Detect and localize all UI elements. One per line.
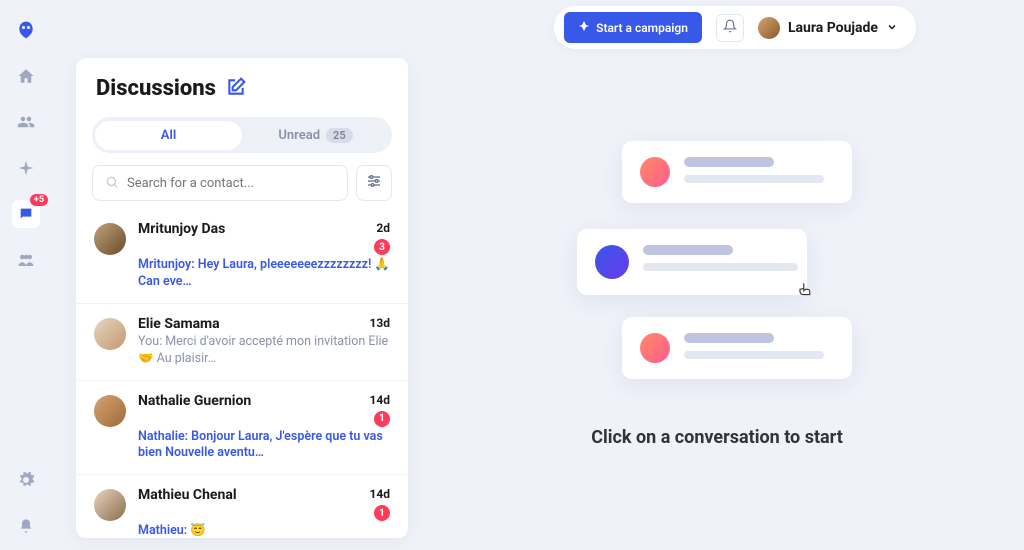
- filter-button[interactable]: [356, 165, 392, 201]
- sidebar-item-chat[interactable]: +5: [12, 200, 40, 228]
- start-campaign-button[interactable]: Start a campaign: [564, 12, 702, 43]
- page-title: Discussions: [96, 76, 216, 101]
- contact-name: Mathieu Chenal: [138, 487, 237, 503]
- sidebar-bottom: [0, 466, 52, 540]
- unread-count-badge: 25: [326, 128, 353, 143]
- tab-all-label: All: [161, 128, 176, 143]
- message-preview: Mritunjoy: Hey Laura, pleeeeeeezzzzzzzz!…: [138, 257, 390, 291]
- chevron-down-icon: [886, 18, 898, 37]
- user-menu[interactable]: Laura Poujade: [758, 17, 898, 39]
- sidebar-item-home[interactable]: [12, 62, 40, 90]
- unread-badge: 1: [374, 505, 390, 521]
- message-preview: Mathieu: 😇: [138, 523, 390, 538]
- search-row: [92, 165, 392, 201]
- discussions-header: Discussions: [76, 58, 408, 111]
- timestamp: 14d: [369, 487, 390, 501]
- cursor-icon: [797, 281, 815, 303]
- start-campaign-label: Start a campaign: [596, 21, 688, 35]
- search-input[interactable]: [127, 176, 335, 191]
- list-item[interactable]: Mathieu Chenal 14d 1 Mathieu: 😇: [76, 475, 408, 538]
- contact-name: Mritunjoy Das: [138, 221, 225, 237]
- search-box[interactable]: [92, 165, 348, 201]
- empty-state-message: Click on a conversation to start: [591, 427, 843, 448]
- bubble-card: [622, 141, 852, 203]
- timestamp: 2d: [376, 221, 390, 235]
- conversation-body: Nathalie Guernion 14d 1 Nathalie: Bonjour L…: [138, 393, 390, 463]
- sidebar-item-team[interactable]: [12, 246, 40, 274]
- tab-unread-label: Unread: [278, 128, 320, 143]
- sidebar-item-campaigns[interactable]: [12, 154, 40, 182]
- timestamp: 13d: [369, 316, 390, 330]
- bell-icon: [723, 18, 737, 37]
- bubble-avatar: [595, 245, 629, 279]
- message-preview: You: Merci d'avoir accepté mon invitatio…: [138, 334, 390, 368]
- unread-badge: 1: [374, 411, 390, 427]
- sidebar-item-alerts[interactable]: [12, 512, 40, 540]
- conversation-list[interactable]: Mritunjoy Das 2d 3 Mritunjoy: Hey Laura, pl…: [76, 209, 408, 538]
- app-logo[interactable]: [12, 16, 40, 44]
- contact-name: Nathalie Guernion: [138, 393, 251, 409]
- rocket-icon: [578, 20, 590, 35]
- message-preview: Nathalie: Bonjour Laura, J'espère que tu…: [138, 429, 390, 463]
- list-item[interactable]: Mritunjoy Das 2d 3 Mritunjoy: Hey Laura, pl…: [76, 209, 408, 304]
- unread-badge: 3: [374, 239, 390, 255]
- top-bar: Start a campaign Laura Poujade: [554, 6, 916, 49]
- conversation-body: Mritunjoy Das 2d 3 Mritunjoy: Hey Laura, pl…: [138, 221, 390, 291]
- avatar: [758, 17, 780, 39]
- chat-badge: +5: [30, 194, 48, 206]
- conversation-body: Elie Samama 13d You: Merci d'avoir accepté…: [138, 316, 390, 368]
- bubble-avatar: [640, 333, 670, 363]
- search-icon: [105, 174, 119, 193]
- compose-icon[interactable]: [226, 77, 246, 101]
- list-item[interactable]: Elie Samama 13d You: Merci d'avoir accepté…: [76, 304, 408, 381]
- user-name-label: Laura Poujade: [788, 20, 878, 36]
- empty-state: Click on a conversation to start: [430, 58, 1004, 530]
- bubble-avatar: [640, 157, 670, 187]
- avatar: [94, 489, 126, 521]
- bubble-card: [577, 229, 807, 295]
- filter-tabs: All Unread 25: [92, 117, 392, 153]
- conversation-body: Mathieu Chenal 14d 1 Mathieu: 😇: [138, 487, 390, 538]
- empty-state-illustration: [567, 141, 867, 401]
- timestamp: 14d: [369, 393, 390, 407]
- discussions-panel: Discussions All Unread 25 Mritunjoy Das 2…: [76, 58, 408, 538]
- notifications-button[interactable]: [716, 14, 744, 42]
- tab-all[interactable]: All: [95, 121, 242, 150]
- sidebar-item-contacts[interactable]: [12, 108, 40, 136]
- list-item[interactable]: Nathalie Guernion 14d 1 Nathalie: Bonjour L…: [76, 381, 408, 476]
- contact-name: Elie Samama: [138, 316, 220, 332]
- sliders-icon: [366, 173, 382, 193]
- avatar: [94, 318, 126, 350]
- tab-unread[interactable]: Unread 25: [242, 121, 389, 150]
- bubble-card: [622, 317, 852, 379]
- sidebar-item-settings[interactable]: [12, 466, 40, 494]
- avatar: [94, 395, 126, 427]
- avatar: [94, 223, 126, 255]
